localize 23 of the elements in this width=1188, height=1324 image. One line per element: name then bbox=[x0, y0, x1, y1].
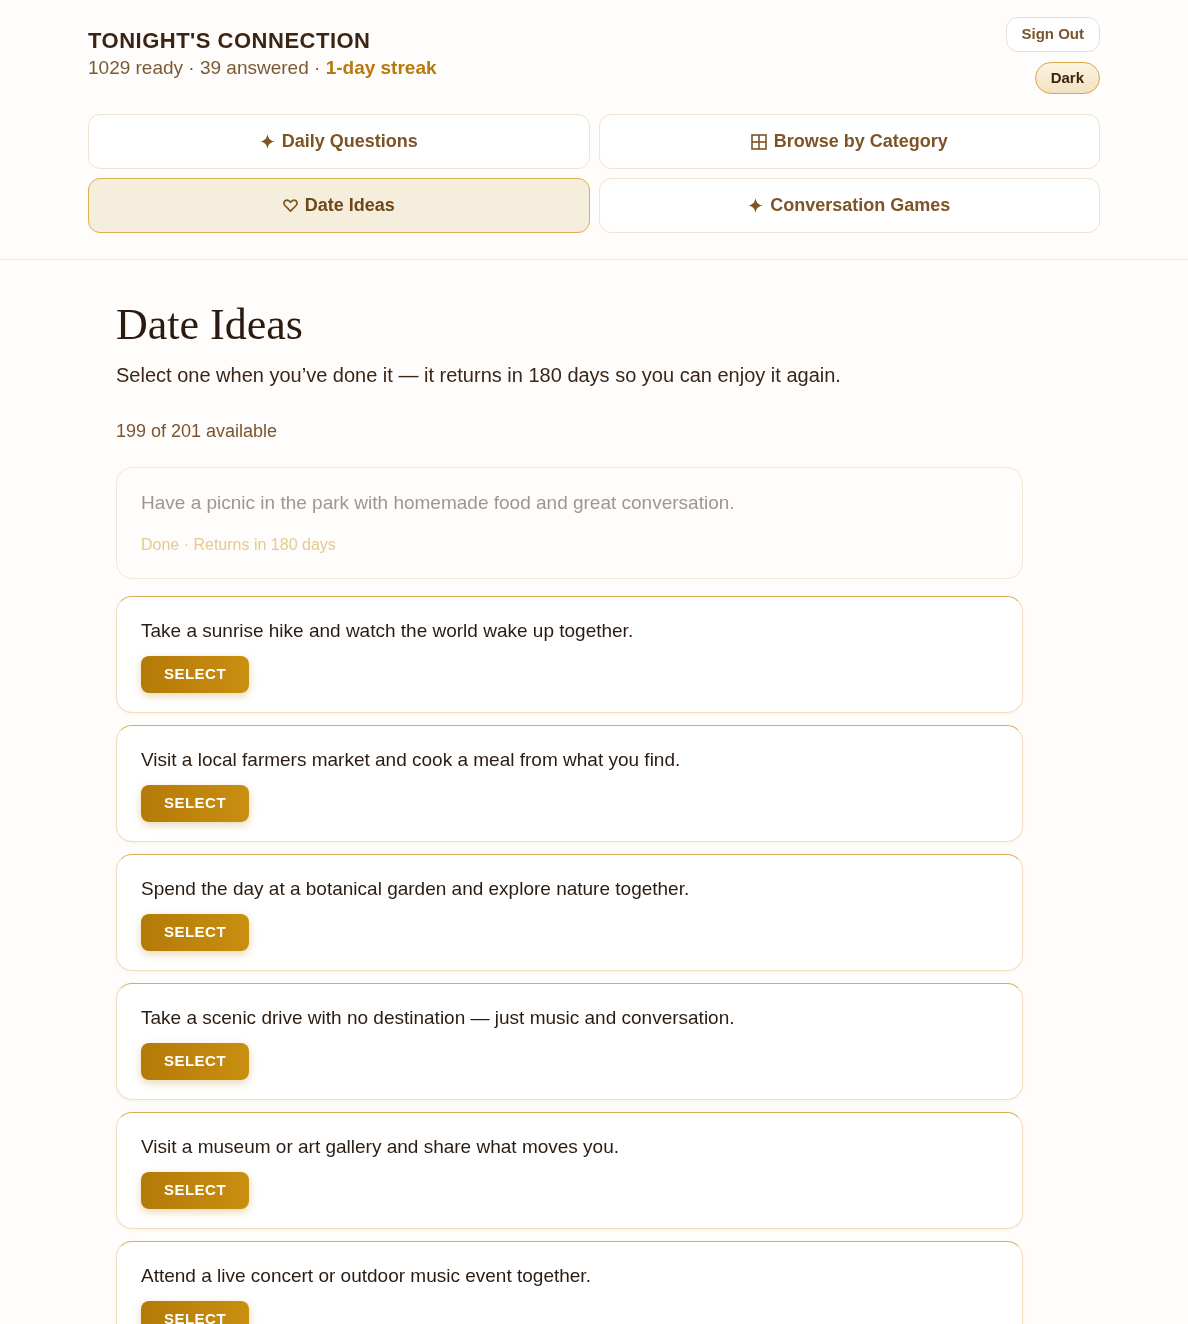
nav-tab[interactable]: Conversation Games bbox=[598, 178, 1100, 233]
idea-text: Take a scenic drive with no destination — just music and conversation. bbox=[141, 1006, 736, 1030]
stats-line: 1029 ready · 39 answered · 1-day streak bbox=[88, 56, 437, 80]
idea-text: Spend the day at a botanical garden and explore nature together. bbox=[141, 877, 691, 901]
idea-text: Take a sunrise hike and watch the world wake up together. bbox=[141, 619, 635, 643]
nav-tab[interactable]: Browse by Category bbox=[598, 114, 1100, 169]
idea-text: Visit a local farmers market and cook a meal from what you find. bbox=[141, 748, 682, 772]
nav-tab[interactable]: Daily Questions bbox=[88, 114, 590, 169]
page-heading: Date Ideas bbox=[116, 300, 304, 350]
availability-count: 199 of 201 available bbox=[116, 420, 279, 443]
app-title: TONIGHT'S CONNECTION bbox=[88, 27, 371, 55]
idea-text: Have a picnic in the park with homemade food and great conversation. bbox=[141, 491, 736, 515]
idea-status: Done · Returns in 180 days bbox=[141, 535, 337, 555]
theme-toggle-button[interactable]: Dark bbox=[1034, 62, 1100, 94]
nav-tab[interactable]: Date Ideas bbox=[88, 178, 590, 233]
sparkle-icon bbox=[748, 198, 764, 213]
grid-icon bbox=[750, 133, 767, 150]
sparkle-icon bbox=[259, 134, 275, 149]
sign-out-button[interactable]: Sign Out bbox=[1005, 17, 1100, 52]
idea-text: Attend a live concert or outdoor music event together. bbox=[141, 1264, 592, 1288]
heart-icon bbox=[282, 199, 298, 212]
idea-text: Visit a museum or art gallery and share what moves you. bbox=[141, 1135, 621, 1159]
page-description: Select one when you’ve done it — it returns in 180 days so you can enjoy it again. bbox=[116, 363, 842, 388]
